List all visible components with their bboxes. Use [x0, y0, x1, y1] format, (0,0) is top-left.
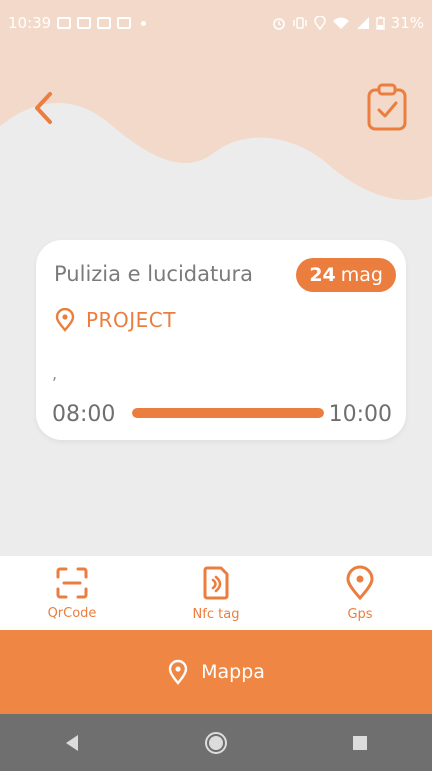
nfc-icon — [203, 566, 229, 599]
qrcode-icon — [56, 567, 88, 598]
chevron-left-icon — [35, 92, 52, 124]
nav-home-button[interactable] — [186, 723, 246, 763]
status-time: 10:39 — [8, 14, 52, 32]
map-label: Mappa — [201, 661, 265, 683]
battery-icon — [375, 16, 385, 30]
project-name: PROJECT — [86, 308, 176, 332]
task-title: Pulizia e lucidatura — [54, 262, 254, 286]
time-start: 08:00 — [52, 402, 116, 427]
checklist-button[interactable] — [362, 80, 412, 134]
nav-recents-button[interactable] — [330, 723, 390, 763]
system-nav-bar — [0, 714, 432, 771]
scan-options-bar: QrCode Nfc tag Gps — [0, 556, 432, 630]
battery-percent: 31% — [390, 14, 424, 32]
nfc-label: Nfc tag — [192, 606, 240, 622]
time-progress-fill — [132, 408, 324, 418]
location-icon — [313, 16, 326, 30]
mail-icon — [97, 17, 112, 29]
date-day: 24 — [309, 264, 336, 286]
task-note: , — [52, 364, 58, 383]
qrcode-label: QrCode — [47, 605, 97, 621]
time-end: 10:00 — [328, 402, 392, 427]
gps-option[interactable]: Gps — [288, 556, 432, 630]
location-pin-icon — [346, 565, 374, 600]
square-recents-icon — [353, 735, 367, 750]
time-progress-bar — [132, 408, 324, 418]
circle-home-icon — [205, 731, 227, 754]
gps-label: Gps — [347, 606, 373, 622]
location-pin-icon — [55, 308, 75, 332]
wifi-icon — [332, 17, 349, 29]
nav-back-button[interactable] — [42, 723, 102, 763]
location-pin-icon — [168, 659, 188, 685]
clipboard-check-icon — [367, 83, 407, 131]
signal-icon — [356, 17, 369, 29]
project-row: PROJECT — [54, 308, 176, 332]
nfc-option[interactable]: Nfc tag — [144, 556, 288, 630]
alarm-icon — [272, 18, 285, 30]
map-button[interactable]: Mappa — [0, 630, 432, 714]
back-button[interactable] — [24, 88, 64, 128]
status-bar: 10:39 31% — [0, 0, 432, 46]
image-icon — [57, 17, 72, 29]
vibrate-icon — [292, 17, 307, 29]
task-card[interactable]: Pulizia e lucidatura 24 mag PROJECT , 08… — [36, 240, 406, 440]
date-month: mag — [340, 264, 383, 286]
date-badge: 24 mag — [296, 258, 396, 292]
triangle-back-icon — [66, 734, 78, 751]
message-icon — [77, 17, 92, 29]
qrcode-option[interactable]: QrCode — [0, 556, 144, 630]
calendar-icon — [117, 17, 132, 29]
notification-dot-icon — [141, 20, 147, 26]
